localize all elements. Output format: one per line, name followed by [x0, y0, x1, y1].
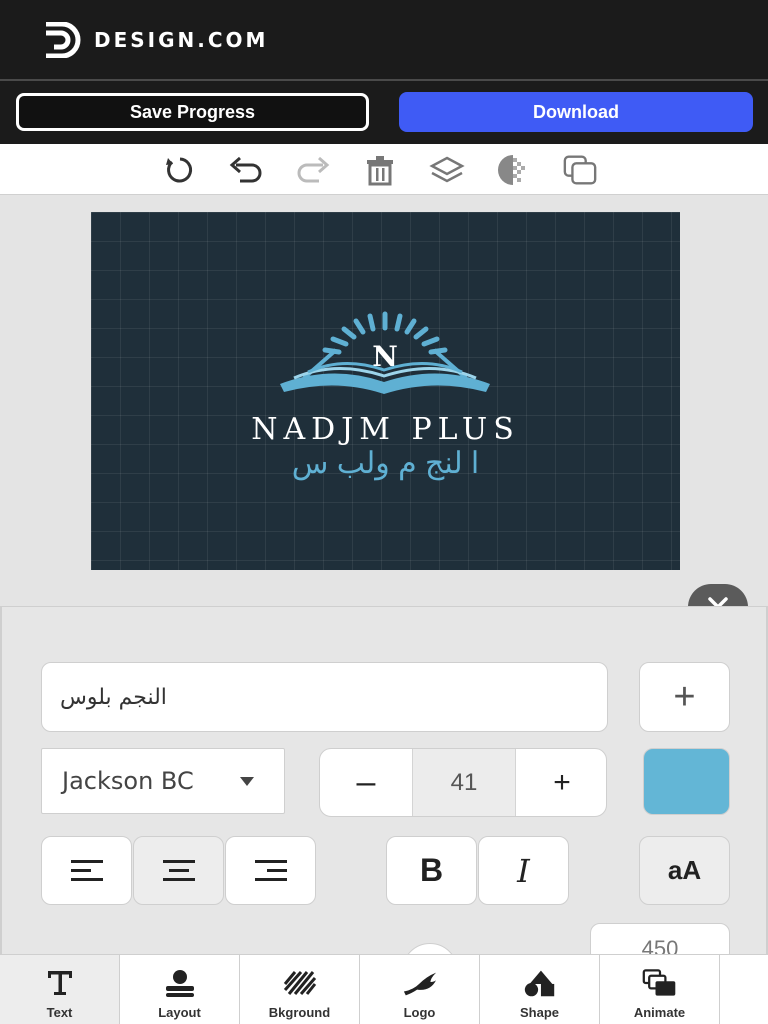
chevron-down-icon — [240, 777, 254, 786]
reset-icon[interactable] — [162, 152, 198, 188]
action-bar: Save Progress Download — [0, 81, 768, 144]
align-center-icon — [162, 859, 195, 881]
nav-tab-animate[interactable]: Animate — [600, 955, 720, 1024]
font-size-value[interactable]: 41 — [412, 749, 516, 816]
nav-tab-logo[interactable]: Logo — [360, 955, 480, 1024]
italic-button[interactable]: I — [478, 836, 569, 905]
background-icon — [282, 967, 318, 999]
brand-name: DESIGN.COM — [94, 28, 269, 52]
nav-label: Logo — [403, 1005, 436, 1020]
design-subtitle[interactable]: ا لنج م ولب س — [91, 446, 680, 481]
nav-label: Layout — [158, 1005, 201, 1020]
align-right-icon — [254, 859, 287, 881]
editor-toolbar — [0, 144, 768, 195]
logo-icon — [402, 967, 438, 999]
layout-icon — [162, 967, 198, 999]
text-case-button[interactable]: aA — [639, 836, 730, 905]
nav-tab-background[interactable]: Bkground — [240, 955, 360, 1024]
nav-label: Text — [46, 1005, 73, 1020]
text-content-input[interactable]: النجم بلوس — [41, 662, 608, 732]
font-family-select[interactable]: Jackson BC — [41, 748, 285, 814]
bottom-navigation: Text Layout Bkground Logo Shape Animate — [0, 954, 768, 1024]
brand-bar: DESIGN.COM — [0, 0, 768, 79]
add-text-button[interactable]: + — [639, 662, 730, 732]
undo-icon[interactable] — [228, 152, 264, 188]
font-size-increase-button[interactable]: + — [516, 749, 606, 816]
nav-tab-shape[interactable]: Shape — [480, 955, 600, 1024]
redo-icon[interactable] — [295, 152, 331, 188]
download-button[interactable]: Download — [399, 92, 753, 132]
font-size-decrease-button[interactable]: – — [320, 749, 412, 816]
text-color-swatch[interactable] — [643, 748, 730, 815]
text-icon — [42, 967, 78, 999]
transparency-icon[interactable] — [495, 152, 531, 188]
design-title[interactable]: NADJM PLUS — [91, 412, 680, 447]
nav-label: Shape — [519, 1005, 559, 1020]
align-left-button[interactable] — [41, 836, 132, 905]
align-center-button[interactable] — [133, 836, 224, 905]
align-right-button[interactable] — [225, 836, 316, 905]
layers-icon[interactable] — [429, 152, 465, 188]
duplicate-icon[interactable] — [562, 152, 598, 188]
nav-tab-layout[interactable]: Layout — [120, 955, 240, 1024]
shape-icon — [522, 967, 558, 999]
text-content-value: النجم بلوس — [60, 685, 167, 710]
canvas-area: N NADJM PLUS ا لنج م ولب س — [0, 196, 768, 606]
emblem-letter: N — [372, 340, 398, 373]
design-canvas[interactable]: N NADJM PLUS ا لنج م ولب س — [91, 212, 680, 570]
font-family-value: Jackson BC — [62, 767, 194, 795]
nav-label: Bkground — [268, 1005, 331, 1020]
font-size-stepper: – 41 + — [319, 748, 607, 817]
design-com-logo-icon — [46, 22, 81, 58]
trash-icon[interactable] — [362, 152, 398, 188]
book-sunburst-logo[interactable]: N — [274, 308, 496, 404]
nav-label: Animate — [633, 1005, 686, 1020]
nav-tab-text[interactable]: Text — [0, 955, 120, 1024]
save-progress-button[interactable]: Save Progress — [16, 93, 369, 131]
bold-button[interactable]: B — [386, 836, 477, 905]
animate-icon — [642, 967, 678, 999]
align-left-icon — [70, 859, 103, 881]
text-editor-panel: النجم بلوس + Jackson BC – 41 + B I aA 45… — [0, 606, 768, 983]
